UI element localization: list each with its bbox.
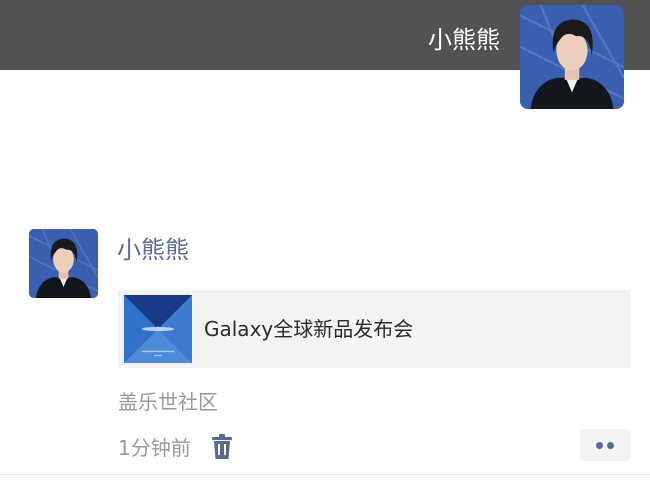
more-dots-icon	[596, 442, 603, 449]
post-author-avatar-image	[29, 229, 98, 298]
feed-divider	[0, 474, 650, 475]
trash-icon[interactable]	[210, 434, 234, 460]
post-author-avatar[interactable]	[29, 229, 98, 298]
profile-name[interactable]: 小熊熊	[428, 23, 500, 57]
more-options-button[interactable]	[580, 429, 630, 461]
post-source: 盖乐世社区	[118, 390, 218, 414]
post-author-name[interactable]: 小熊熊	[117, 233, 189, 267]
link-thumbnail	[124, 295, 192, 363]
link-title: Galaxy全球新品发布会	[204, 317, 414, 341]
profile-avatar-image	[520, 5, 624, 109]
more-dots-icon	[607, 442, 614, 449]
shared-link-card[interactable]: Galaxy全球新品发布会	[118, 290, 630, 368]
post-timestamp: 1分钟前	[118, 436, 191, 460]
profile-avatar[interactable]	[520, 5, 624, 109]
